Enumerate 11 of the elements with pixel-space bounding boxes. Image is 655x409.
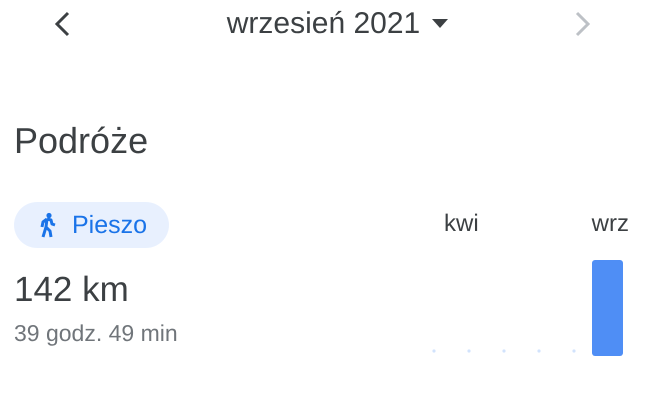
- chevron-left-icon: [54, 11, 70, 37]
- walking-chip[interactable]: Pieszo: [14, 202, 170, 248]
- month-label: kwi: [444, 210, 479, 238]
- chevron-right-icon: [574, 11, 591, 37]
- section-title: Podróże: [14, 120, 150, 162]
- walking-person-icon: [38, 212, 58, 238]
- caret-icon: [432, 19, 448, 29]
- month-label: wrz: [592, 210, 629, 238]
- month-dropdown[interactable]: wrzesień 2021: [226, 7, 448, 41]
- distance-value: 142 km: [14, 270, 130, 310]
- duration-value: 39 godz. 49 min: [14, 320, 178, 347]
